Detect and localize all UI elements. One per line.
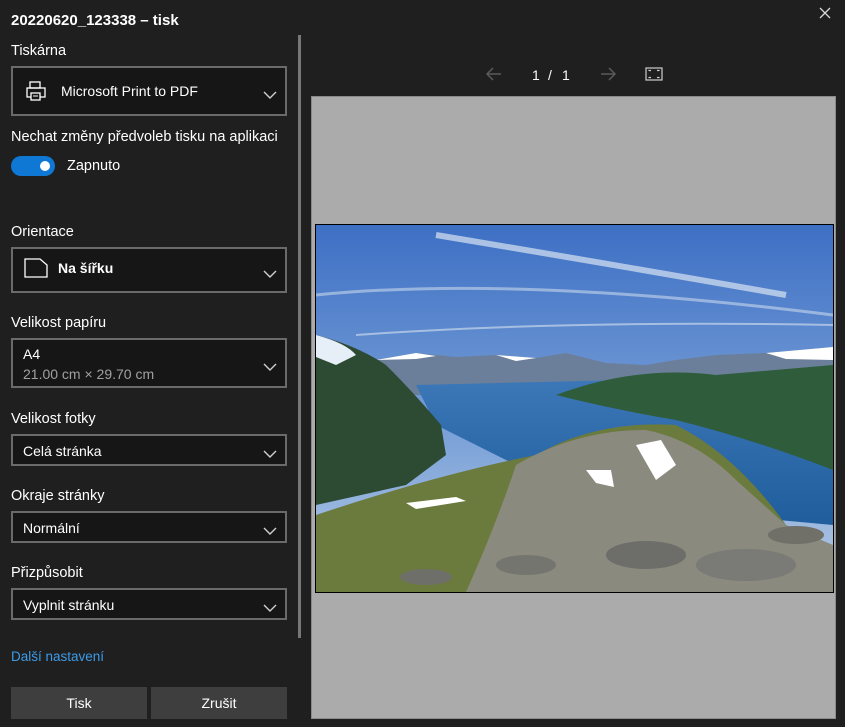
- printer-select[interactable]: Microsoft Print to PDF: [11, 66, 287, 116]
- margins-select[interactable]: Normální: [11, 511, 287, 543]
- fit-value: Vyplnit stránku: [23, 597, 115, 613]
- app-prefs-toggle[interactable]: [11, 156, 55, 176]
- photo-size-value: Celá stránka: [23, 443, 102, 459]
- paper-size-select[interactable]: A4 21.00 cm × 29.70 cm: [11, 338, 287, 388]
- fit-select[interactable]: Vyplnit stránku: [11, 588, 287, 620]
- paper-size-label: Velikost papíru: [11, 315, 107, 331]
- app-prefs-label: Nechat změny předvoleb tisku na aplikaci: [11, 129, 278, 145]
- photo-size-label: Velikost fotky: [11, 411, 96, 427]
- page-icon: [24, 258, 48, 283]
- page-separator: /: [548, 67, 552, 83]
- close-icon[interactable]: [817, 6, 833, 22]
- fit-label: Přizpůsobit: [11, 565, 83, 581]
- cancel-button[interactable]: Zrušit: [151, 687, 287, 719]
- chevron-down-icon: [263, 266, 277, 278]
- app-prefs-toggle-text: Zapnuto: [67, 158, 121, 174]
- chevron-down-icon: [263, 523, 277, 535]
- more-settings-link[interactable]: Další nastavení: [11, 649, 104, 664]
- printer-value: Microsoft Print to PDF: [61, 83, 198, 99]
- fit-page-icon[interactable]: [645, 66, 663, 88]
- paper-size-value: A4: [23, 346, 41, 362]
- orientation-select[interactable]: Na šířku: [11, 247, 287, 293]
- paper-size-detail: 21.00 cm × 29.70 cm: [23, 366, 155, 382]
- chevron-down-icon: [263, 446, 277, 458]
- printer-label: Tiskárna: [11, 43, 67, 59]
- toggle-knob: [40, 161, 50, 171]
- printer-icon: [25, 80, 47, 107]
- preview-photo: [315, 224, 834, 593]
- chevron-down-icon: [263, 359, 277, 371]
- orientation-value: Na šířku: [58, 260, 114, 276]
- margins-label: Okraje stránky: [11, 488, 105, 504]
- settings-scrollbar[interactable]: [298, 35, 301, 638]
- photo-size-select[interactable]: Celá stránka: [11, 434, 287, 466]
- arrow-right-icon[interactable]: [598, 64, 618, 86]
- orientation-label: Orientace: [11, 224, 74, 240]
- print-preview: [311, 96, 836, 719]
- chevron-down-icon: [263, 600, 277, 612]
- page-current: 1: [532, 67, 540, 83]
- page-total: 1: [562, 67, 570, 83]
- window-title: 20220620_123338 – tisk: [11, 12, 179, 29]
- arrow-left-icon[interactable]: [484, 64, 504, 86]
- print-button[interactable]: Tisk: [11, 687, 147, 719]
- chevron-down-icon: [263, 87, 277, 99]
- margins-value: Normální: [23, 520, 80, 536]
